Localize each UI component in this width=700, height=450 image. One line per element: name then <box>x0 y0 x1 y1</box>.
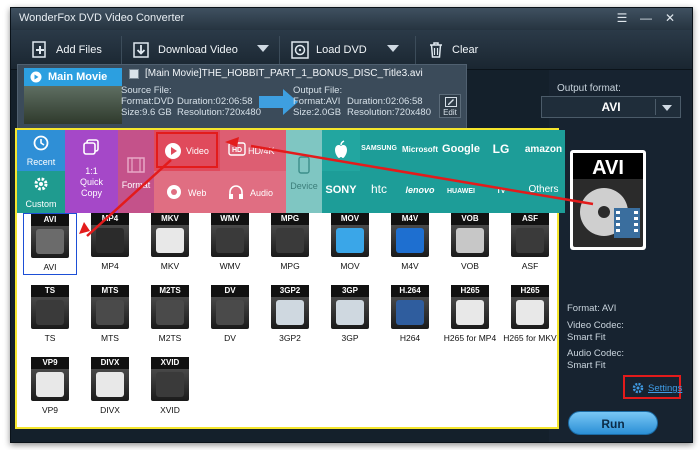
arrow-to-avi <box>86 159 172 237</box>
arrow-to-video <box>250 144 594 206</box>
arrow-to-video-head <box>225 137 239 147</box>
arrow-to-avi-head <box>79 222 90 234</box>
app-window: WonderFox DVD Video Converter ☰ — ✕ Add … <box>10 7 693 443</box>
annotation-arrows <box>79 137 594 237</box>
